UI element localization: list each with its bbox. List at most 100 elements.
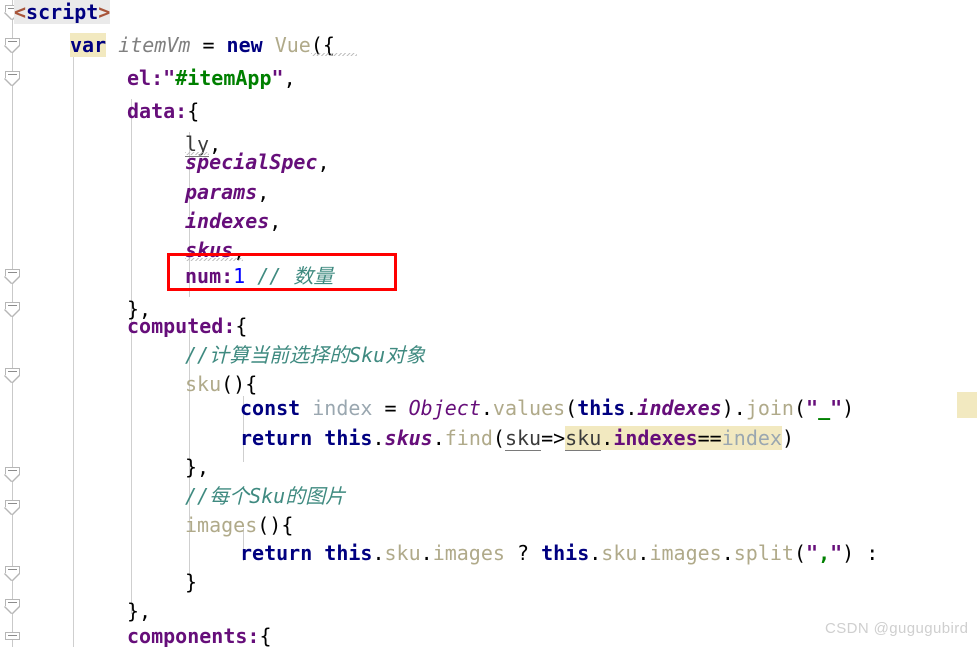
token-colon: : — [247, 624, 260, 647]
token-parens-brace: (){ — [257, 513, 294, 537]
code-line[interactable]: <script> — [14, 0, 111, 29]
token-paren-open: ( — [492, 426, 505, 450]
token-prop-data: data — [127, 99, 176, 123]
token-tag-name: script — [26, 0, 99, 24]
token-prop-computed: computed — [127, 314, 224, 338]
token-comment-quantity: // 数量 — [257, 264, 334, 288]
token-dot: . — [432, 426, 445, 450]
token-brace-open: { — [187, 99, 200, 123]
code-line[interactable]: components:{ — [127, 620, 272, 647]
token-fn-images: images — [185, 513, 258, 537]
token-brace-close: } — [185, 570, 198, 594]
token-field-skus: skus — [384, 426, 433, 450]
token-comma: , — [283, 66, 296, 90]
token-quote: " — [806, 396, 819, 420]
token-str-itemapp: #itemApp — [175, 66, 272, 90]
code-line[interactable]: num:1 // 数量 — [185, 260, 333, 293]
token-op-colon-tail: : — [866, 541, 879, 565]
token-dot: . — [637, 541, 650, 565]
token-comma: , — [317, 150, 330, 174]
token-dot: . — [589, 541, 602, 565]
token-id-vue: Vue — [274, 33, 311, 57]
token-brace-close-comma: }, — [185, 455, 210, 479]
token-arg-sku: sku — [504, 426, 542, 451]
token-colon: : — [151, 66, 164, 90]
token-prop-images: images — [432, 541, 505, 565]
token-dot: . — [721, 541, 734, 565]
code-content[interactable]: <script> var itemVm = new Vue({ el:"#ite… — [0, 0, 977, 647]
token-field-specialspec: specialSpec — [185, 150, 318, 174]
token-fn-values: values — [492, 396, 566, 420]
token-op-assign: = — [372, 396, 409, 420]
token-comma: , — [269, 209, 282, 233]
token-arrow: => — [541, 426, 566, 450]
token-dot: . — [480, 396, 493, 420]
code-line[interactable]: const index = Object.values(this.indexes… — [240, 392, 854, 425]
token-quote: " — [163, 66, 176, 90]
token-str-comma: , — [818, 541, 831, 565]
token-field-params: params — [185, 180, 258, 204]
token-op-eqeq: == — [697, 426, 722, 450]
token-field-indexes: indexes — [185, 209, 270, 233]
token-id-itemvm: itemVm — [118, 33, 191, 57]
token-hl-sku: sku — [565, 426, 602, 451]
code-line[interactable]: el:"#itemApp", — [127, 62, 296, 95]
token-kw-const: const — [240, 396, 301, 420]
token-tag-close: > — [98, 0, 111, 24]
token-quote: " — [830, 541, 843, 565]
code-line[interactable]: var itemVm = new Vue({ — [70, 29, 335, 62]
token-paren-close: ) — [842, 396, 855, 420]
token-paren-close: ) — [721, 396, 734, 420]
token-comma: , — [257, 180, 270, 204]
code-line[interactable]: return this.sku.images ? this.sku.images… — [240, 537, 878, 570]
token-prop-sku: sku — [384, 541, 421, 565]
token-dot: . — [733, 396, 746, 420]
token-colon: : — [223, 314, 236, 338]
token-fn-find: find — [444, 426, 493, 450]
token-prop-sku: sku — [601, 541, 638, 565]
token-paren-open: ( — [793, 396, 807, 420]
token-kw-return: return — [240, 426, 313, 450]
token-op-assign: = — [190, 33, 227, 57]
token-fn-sku: sku — [185, 372, 222, 396]
token-kw-return: return — [240, 541, 313, 565]
code-editor[interactable]: <script> var itemVm = new Vue({ el:"#ite… — [0, 0, 977, 647]
token-quote: " — [271, 66, 284, 90]
spellcheck-squiggle — [311, 53, 357, 56]
token-paren-close: ) — [781, 426, 794, 450]
token-dot: . — [625, 396, 638, 420]
token-paren-close: ) — [842, 541, 855, 565]
token-paren-open: ( — [565, 396, 578, 420]
code-line[interactable]: return this.skus.find(sku=>sku.indexes==… — [240, 422, 794, 455]
token-kw-this: this — [577, 396, 626, 420]
token-kw-this: this — [541, 541, 590, 565]
token-comment-sku-image: //每个Sku的图片 — [185, 484, 346, 508]
token-kw-this: this — [324, 541, 373, 565]
token-colon: : — [175, 99, 188, 123]
token-class-object: Object — [408, 396, 481, 420]
watermark: CSDN @gugugubird — [825, 620, 969, 637]
token-id-index: index — [312, 396, 373, 420]
token-prop-components: components — [127, 624, 248, 647]
token-brace-open: { — [235, 314, 248, 338]
token-fn-split: split — [733, 541, 794, 565]
token-kw-new: new — [226, 33, 263, 57]
token-field-indexes: indexes — [637, 396, 722, 420]
token-kw-var: var — [70, 33, 107, 57]
token-str-underscore: _ — [818, 396, 831, 420]
token-dot: . — [372, 541, 385, 565]
token-num-1: 1 — [233, 264, 246, 288]
token-hl-indexes: indexes — [613, 426, 698, 450]
token-quote: " — [806, 541, 819, 565]
code-line[interactable]: specialSpec, — [185, 146, 330, 179]
token-prop-el: el — [127, 66, 152, 90]
token-comment-sku-object: //计算当前选择的Sku对象 — [185, 343, 426, 367]
code-line[interactable]: data:{ — [127, 95, 199, 128]
token-kw-this: this — [324, 426, 373, 450]
token-dot: . — [601, 426, 614, 450]
code-line[interactable]: } — [185, 566, 197, 599]
token-colon: : — [221, 264, 234, 288]
token-op-question: ? — [516, 541, 530, 565]
token-tag-open: < — [14, 0, 27, 24]
token-prop-images: images — [649, 541, 722, 565]
